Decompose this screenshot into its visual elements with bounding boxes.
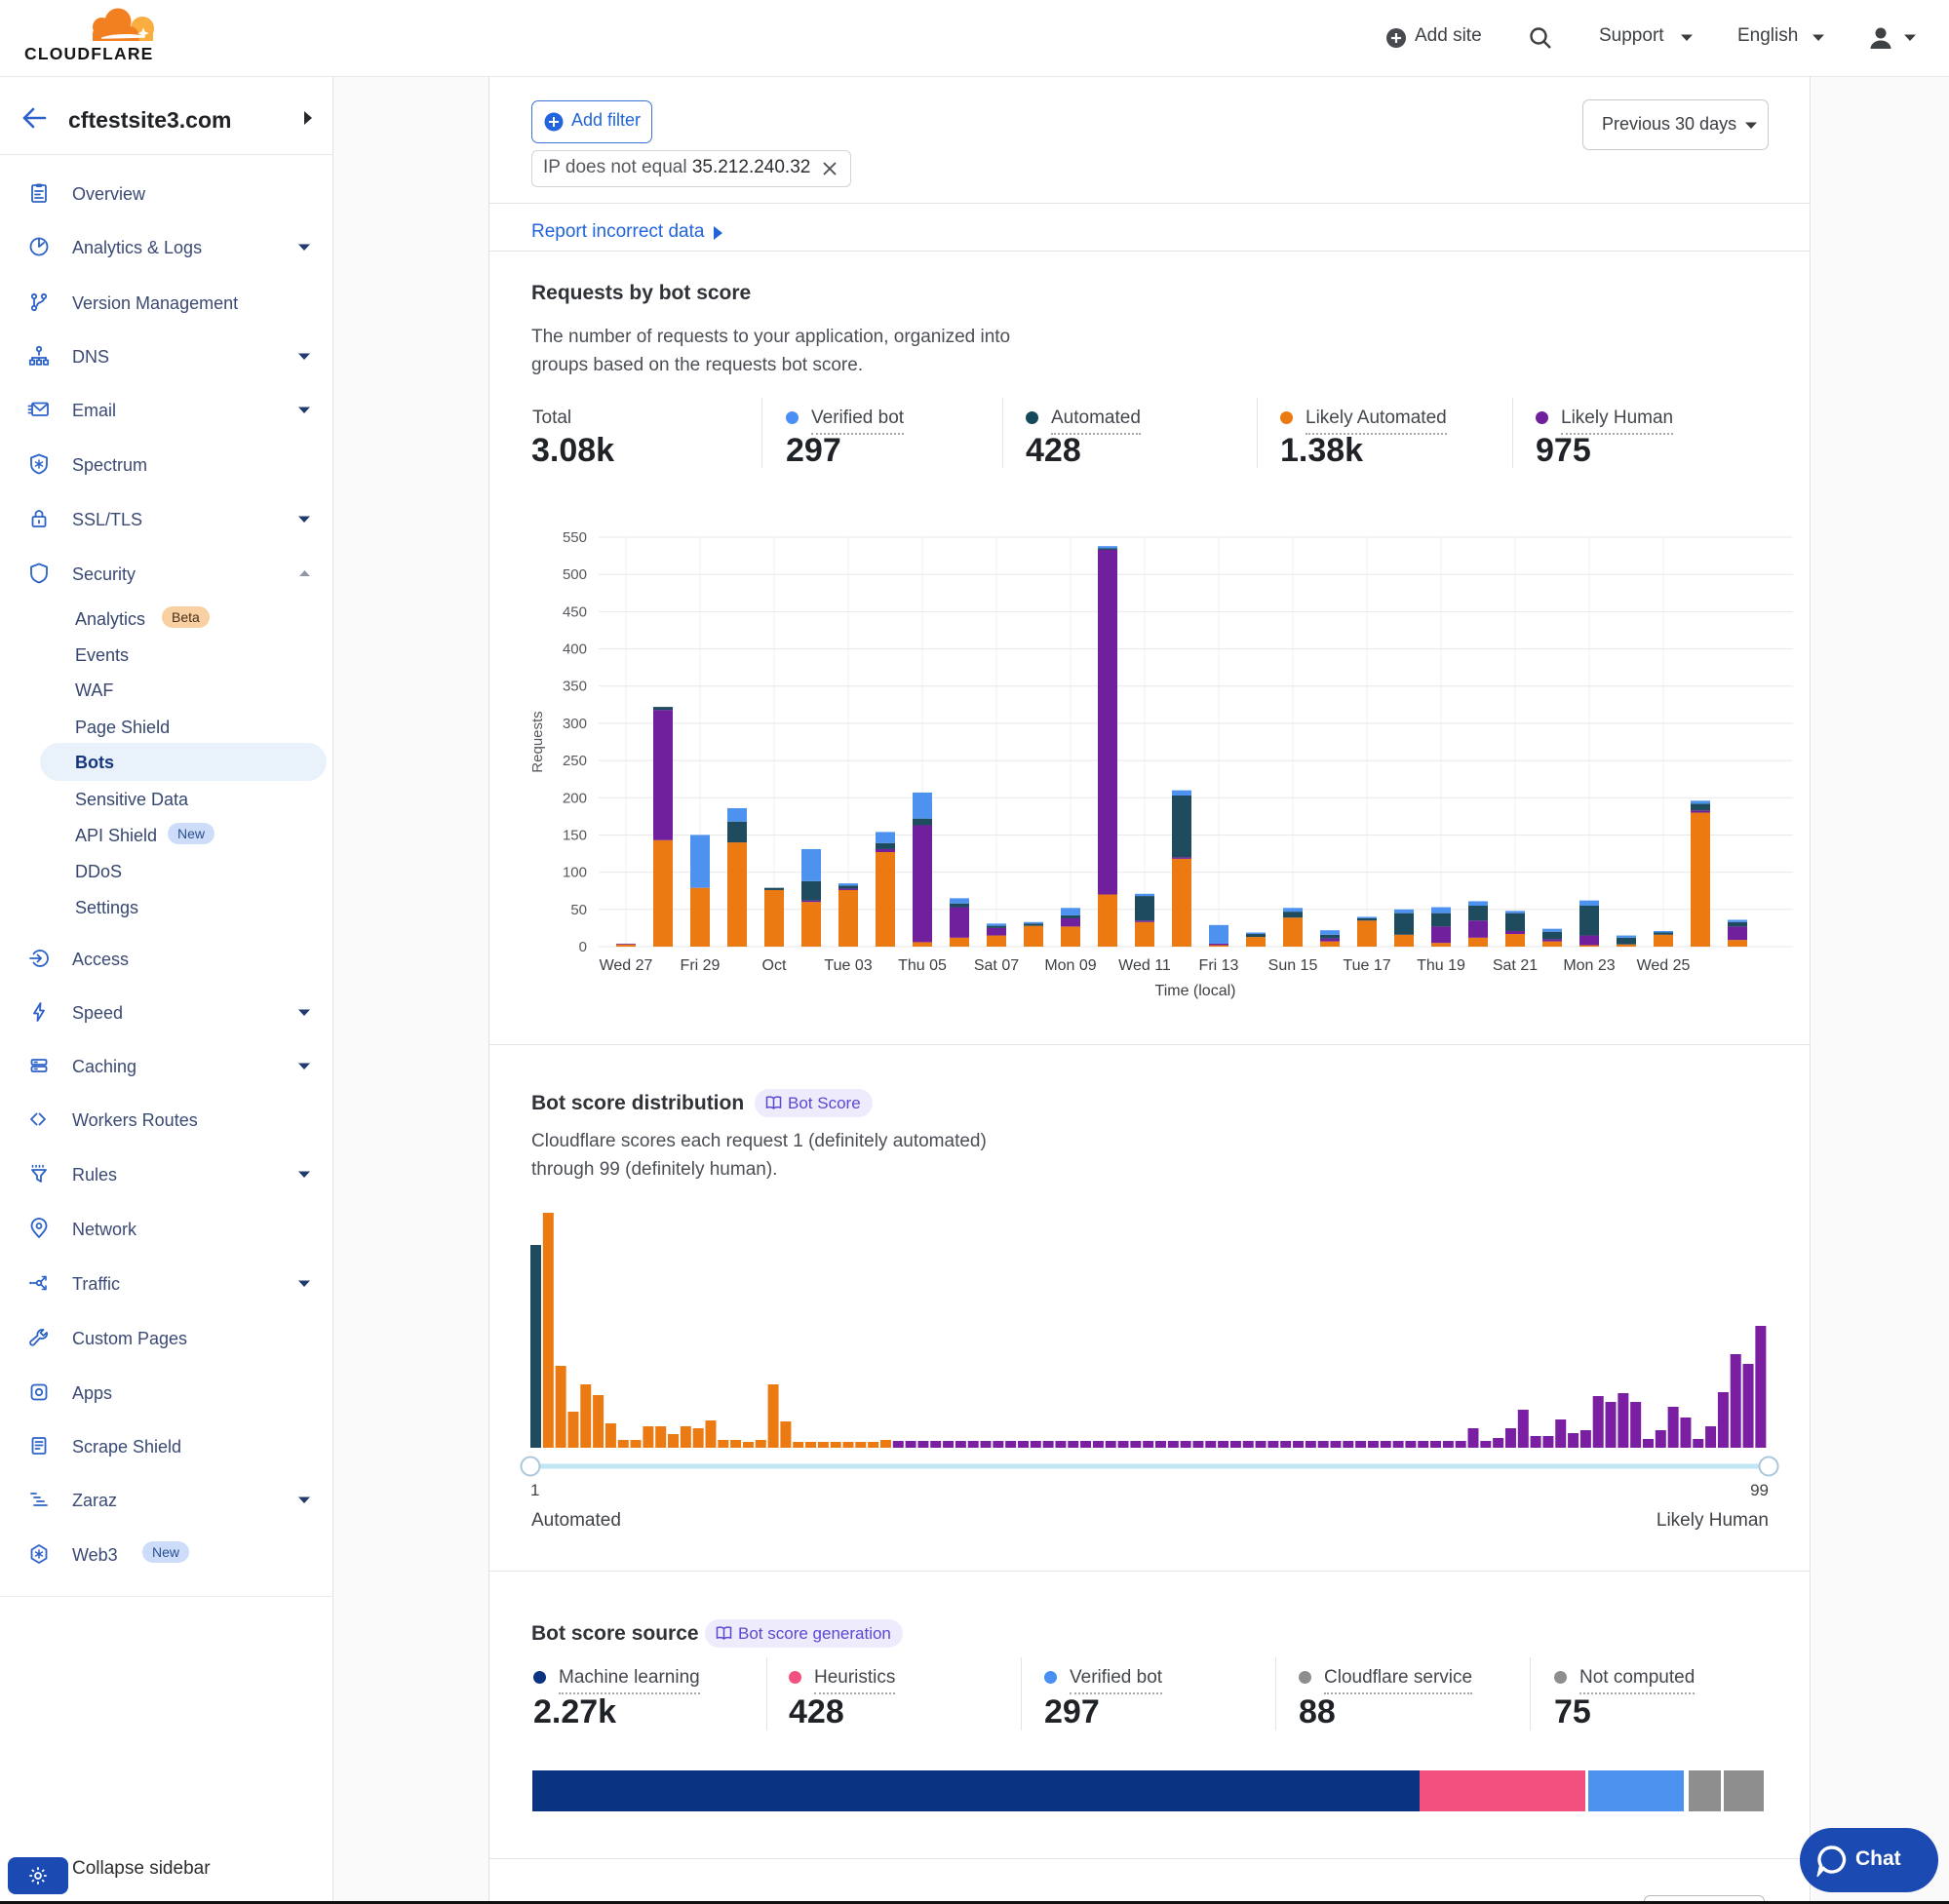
svg-text:Thu 19: Thu 19 bbox=[1417, 957, 1465, 974]
svg-text:550: 550 bbox=[563, 529, 587, 546]
svg-text:Thu 05: Thu 05 bbox=[898, 957, 947, 974]
svg-text:Wed 27: Wed 27 bbox=[600, 957, 653, 974]
svg-text:Time (local): Time (local) bbox=[1155, 983, 1236, 999]
svg-text:Requests: Requests bbox=[529, 711, 546, 772]
svg-text:350: 350 bbox=[563, 679, 587, 695]
svg-text:Sat 07: Sat 07 bbox=[974, 957, 1019, 974]
svg-text:Wed 11: Wed 11 bbox=[1118, 957, 1171, 974]
svg-text:Oct: Oct bbox=[762, 957, 787, 974]
svg-text:Mon 09: Mon 09 bbox=[1044, 957, 1096, 974]
svg-text:Wed 25: Wed 25 bbox=[1637, 957, 1691, 974]
svg-text:99: 99 bbox=[1750, 1481, 1769, 1499]
svg-text:100: 100 bbox=[563, 865, 587, 881]
svg-text:250: 250 bbox=[563, 753, 587, 769]
svg-text:Likely Human: Likely Human bbox=[1657, 1510, 1769, 1531]
svg-text:Fri 29: Fri 29 bbox=[681, 957, 721, 974]
svg-text:Mon 23: Mon 23 bbox=[1563, 957, 1615, 974]
svg-text:450: 450 bbox=[563, 603, 587, 620]
svg-text:200: 200 bbox=[563, 790, 587, 806]
svg-text:Tue 03: Tue 03 bbox=[824, 957, 872, 974]
svg-text:1: 1 bbox=[530, 1481, 539, 1499]
svg-text:150: 150 bbox=[563, 828, 587, 844]
svg-text:Automated: Automated bbox=[531, 1510, 621, 1531]
svg-text:400: 400 bbox=[563, 641, 587, 658]
svg-text:Tue 17: Tue 17 bbox=[1343, 957, 1390, 974]
svg-text:300: 300 bbox=[563, 716, 587, 732]
svg-text:500: 500 bbox=[563, 566, 587, 583]
svg-text:Sun 15: Sun 15 bbox=[1268, 957, 1318, 974]
svg-text:Sat 21: Sat 21 bbox=[1493, 957, 1538, 974]
svg-text:Fri 13: Fri 13 bbox=[1199, 957, 1239, 974]
svg-text:0: 0 bbox=[579, 939, 587, 955]
svg-text:50: 50 bbox=[570, 902, 587, 918]
